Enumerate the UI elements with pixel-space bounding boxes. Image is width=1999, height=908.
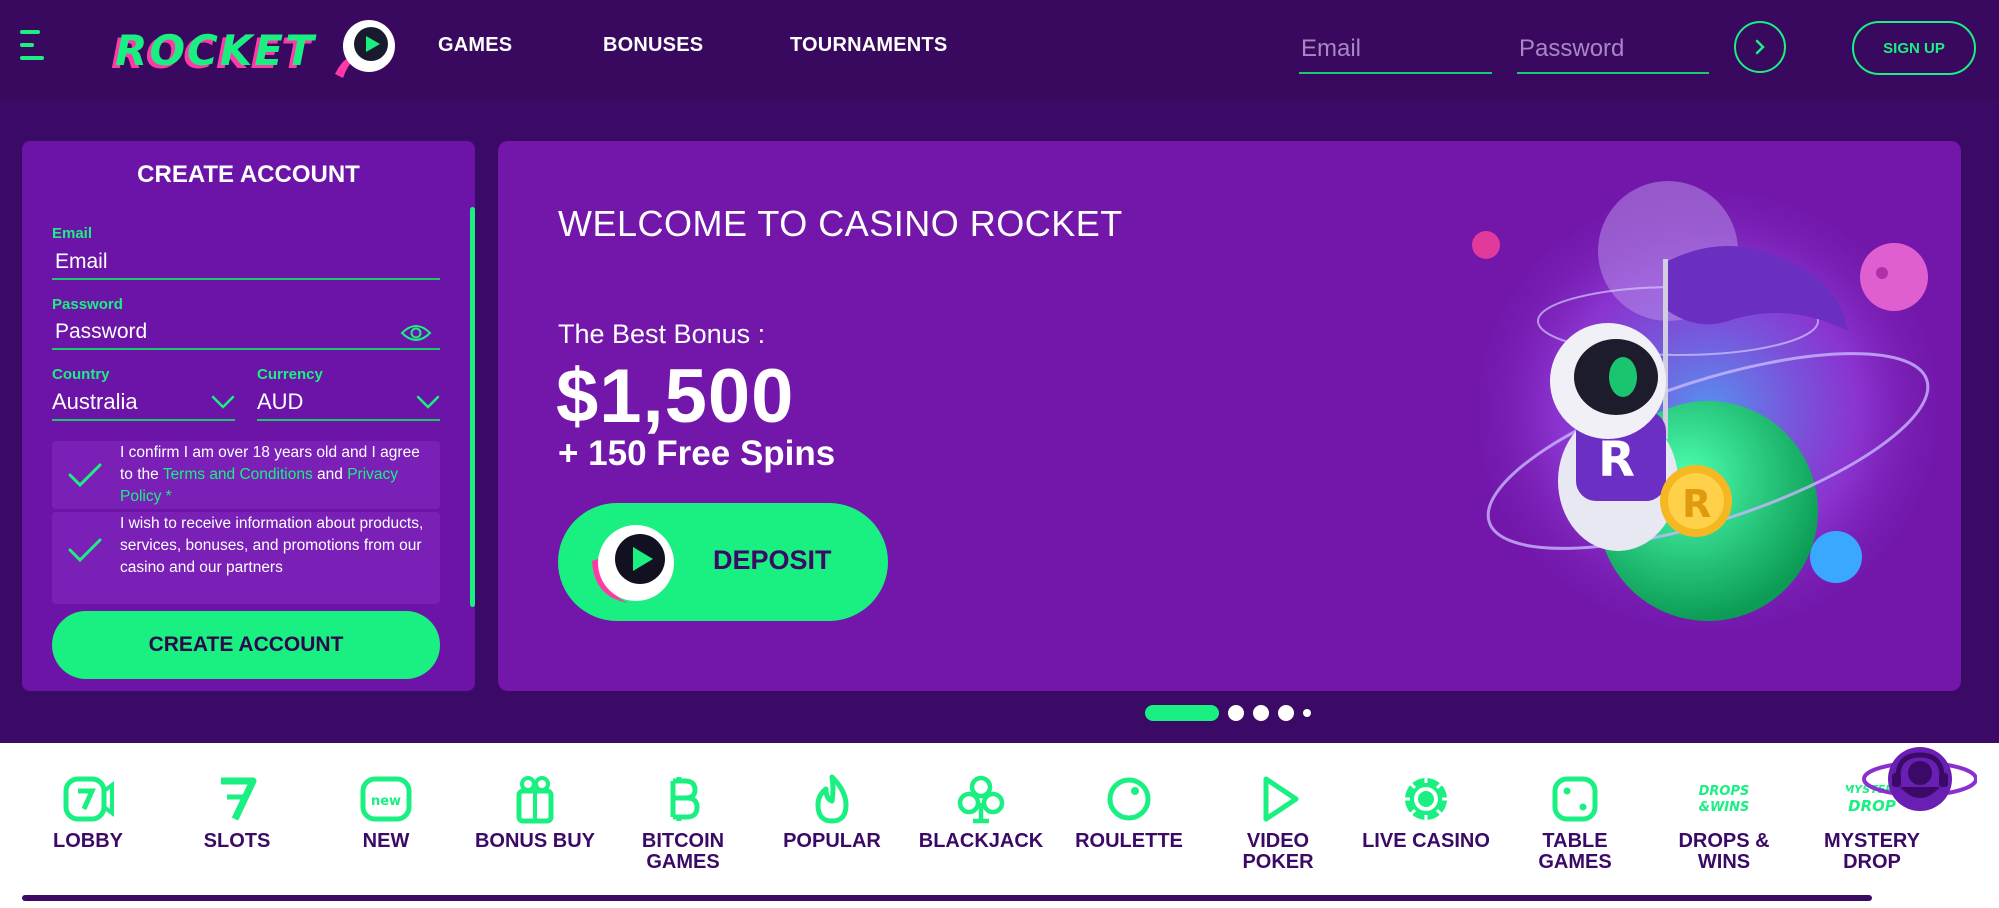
nav-bonuses[interactable]: BONUSES: [603, 34, 703, 57]
svg-text:R: R: [1682, 482, 1711, 526]
consent-1-and: and: [312, 466, 348, 483]
email-field[interactable]: [52, 246, 440, 280]
category-label: BITCOIN GAMES: [641, 830, 725, 873]
carousel-pagination: [1145, 705, 1311, 721]
category-popular[interactable]: POPULAR: [758, 773, 906, 883]
category-roulette[interactable]: ROULETTE: [1055, 773, 1203, 883]
login-password-input[interactable]: [1517, 26, 1709, 74]
create-account-panel: CREATE ACCOUNT Email Password Country Au…: [22, 141, 475, 691]
create-account-title: CREATE ACCOUNT: [137, 161, 360, 188]
country-label: Country: [52, 366, 110, 383]
login-submit-button[interactable]: [1734, 21, 1786, 73]
category-label: ROULETTE: [1075, 830, 1183, 852]
new-icon: new: [360, 776, 412, 822]
password-field[interactable]: [52, 316, 440, 350]
welcome-heading: WELCOME TO CASINO ROCKET: [558, 203, 1123, 244]
category-video-poker[interactable]: VIDEO POKER: [1204, 773, 1352, 883]
category-label: BLACKJACK: [918, 830, 1044, 852]
carousel-dot-1[interactable]: [1145, 705, 1219, 721]
svg-text:&WINS: &WINS: [1699, 800, 1750, 815]
country-value: Australia: [52, 389, 138, 414]
password-label: Password: [52, 296, 123, 313]
age-terms-checkbox[interactable]: [52, 441, 118, 509]
bonus-amount: $1,500: [556, 354, 795, 439]
nav-games[interactable]: GAMES: [438, 34, 512, 57]
svg-text:new: new: [371, 794, 401, 809]
category-label: NEW: [362, 830, 410, 852]
signup-button[interactable]: SIGN UP: [1852, 21, 1976, 75]
carousel-dot-3[interactable]: [1253, 705, 1269, 721]
checkmark-icon: [68, 538, 102, 562]
country-select[interactable]: Australia: [52, 385, 235, 421]
category-live-casino[interactable]: LIVE CASINO: [1352, 773, 1500, 883]
currency-label: Currency: [257, 366, 323, 383]
fire-icon: [815, 774, 849, 824]
gift-icon: [516, 776, 554, 824]
svg-text:DROPS: DROPS: [1699, 784, 1750, 799]
astronaut-mascot-illustration: R R: [1472, 181, 1938, 631]
astronaut-helmet-icon: [592, 525, 674, 603]
age-terms-consent: I confirm I am over 18 years old and I a…: [52, 441, 440, 509]
chevron-down-icon: [211, 395, 235, 409]
dice-icon: [1552, 776, 1598, 822]
menu-icon[interactable]: [20, 30, 50, 60]
currency-select[interactable]: AUD: [257, 385, 440, 421]
best-bonus-label: The Best Bonus :: [558, 319, 766, 349]
age-terms-text: I confirm I am over 18 years old and I a…: [120, 442, 436, 508]
astronaut-logo-icon: [335, 20, 395, 78]
category-label: LOBBY: [53, 830, 123, 852]
category-bitcoin-games[interactable]: BITCOIN GAMES: [609, 773, 757, 883]
chevron-down-icon: [416, 395, 440, 409]
category-table-games[interactable]: TABLE GAMES: [1501, 773, 1649, 883]
roulette-icon: [1107, 777, 1151, 821]
club-icon: [957, 775, 1005, 824]
category-label: LIVE CASINO: [1362, 830, 1490, 852]
category-bonus-buy[interactable]: BONUS BUY: [461, 773, 609, 883]
play-icon: [1263, 776, 1299, 822]
category-label: POPULAR: [783, 830, 881, 852]
carousel-dot-4[interactable]: [1278, 705, 1294, 721]
logo-text: ROCKET: [115, 26, 316, 75]
login-email-input[interactable]: [1299, 26, 1492, 74]
currency-value: AUD: [257, 389, 304, 414]
free-spins: + 150 Free Spins: [558, 434, 836, 473]
category-lobby[interactable]: LOBBY: [14, 773, 162, 883]
logo[interactable]: ROCKET: [115, 14, 405, 82]
checkmark-icon: [68, 463, 102, 488]
slots-icon: [221, 777, 257, 821]
create-account-button[interactable]: CREATE ACCOUNT: [52, 611, 440, 679]
category-label: TABLE GAMES: [1538, 830, 1612, 873]
terms-link[interactable]: Terms and Conditions: [163, 466, 313, 483]
support-chat-icon[interactable]: [1862, 743, 1977, 843]
marketing-consent: I wish to receive information about prod…: [52, 512, 440, 604]
panel-scrollbar[interactable]: [470, 207, 475, 607]
marketing-checkbox[interactable]: [52, 512, 118, 587]
nav-tournaments[interactable]: TOURNAMENTS: [790, 34, 947, 57]
top-header: ROCKET GAMES BONUSES TOURNAMENTS SIGN UP: [0, 0, 1999, 100]
carousel-dot-5[interactable]: [1303, 709, 1311, 717]
chevron-right-icon: [1755, 39, 1765, 55]
svg-text:R: R: [1598, 432, 1635, 488]
welcome-banner: WELCOME TO CASINO ROCKET The Best Bonus …: [498, 141, 1961, 691]
category-label: SLOTS: [203, 830, 271, 852]
category-drops-wins[interactable]: DROPS &WINS DROPS & WINS: [1650, 773, 1798, 883]
category-blackjack[interactable]: BLACKJACK: [907, 773, 1055, 883]
drops-wins-icon: DROPS&WINS: [1699, 784, 1750, 815]
deposit-button[interactable]: DEPOSIT: [558, 503, 888, 621]
category-label: VIDEO POKER: [1242, 830, 1314, 873]
deposit-label: DEPOSIT: [713, 545, 832, 575]
marketing-text: I wish to receive information about prod…: [120, 515, 424, 576]
category-label: DROPS & WINS: [1678, 830, 1770, 873]
email-label: Email: [52, 225, 93, 242]
chip-icon: [1403, 776, 1449, 822]
category-slots[interactable]: SLOTS: [163, 773, 311, 883]
game-categories: LOBBY SLOTS new NEW BONUS BUY BITCOIN GA…: [0, 743, 1999, 908]
category-label: BONUS BUY: [474, 830, 595, 852]
bitcoin-icon: [670, 777, 700, 821]
categories-scroll-indicator[interactable]: [22, 895, 1872, 901]
lobby-icon: [63, 776, 114, 822]
category-new[interactable]: new NEW: [312, 773, 460, 883]
carousel-dot-2[interactable]: [1228, 705, 1244, 721]
show-password-icon[interactable]: [400, 322, 432, 344]
